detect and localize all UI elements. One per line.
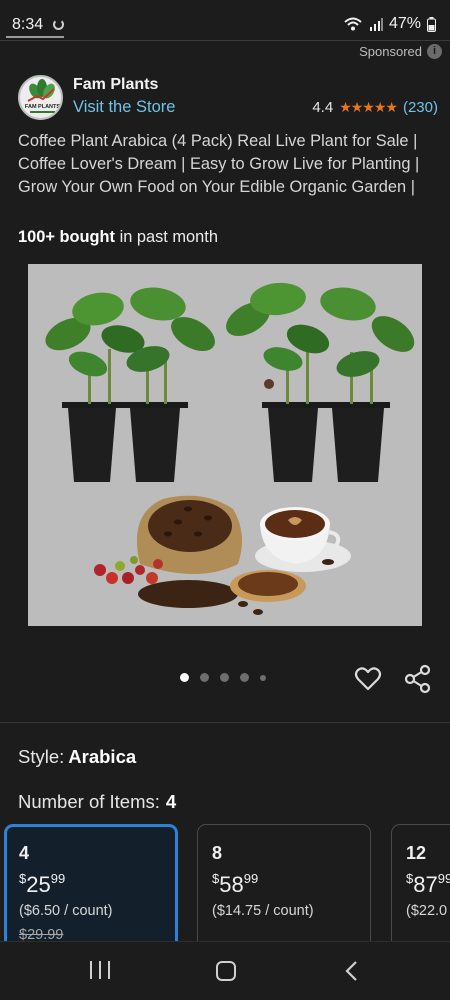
brand-logo-text: FAM PLANTS (25, 104, 60, 110)
product-photo (45, 282, 415, 615)
item-count-selector: Number of Items: 4 (18, 791, 176, 813)
carousel-dot[interactable] (260, 674, 266, 681)
carousel-dot[interactable] (220, 673, 229, 682)
brand-logo-graphic: FAM PLANTS (25, 79, 60, 113)
ground-coffee-dish (230, 570, 306, 615)
price-fraction: 99 (243, 871, 259, 886)
system-nav-bar (0, 941, 450, 1000)
visit-store-link[interactable]: Visit the Store (73, 98, 175, 117)
coffee-bean-sack (136, 495, 242, 608)
carousel-dot[interactable] (240, 673, 249, 682)
coffee-cup (255, 507, 351, 572)
section-divider (0, 722, 450, 723)
brand-logo[interactable]: FAM PLANTS (18, 75, 63, 120)
style-selector: Style: Arabica (18, 746, 136, 768)
back-icon[interactable] (343, 960, 361, 982)
brand-name: Fam Plants (73, 76, 159, 93)
price-whole: 25 (26, 872, 51, 897)
item-count-label: Number of Items: (18, 791, 160, 812)
price-whole: 58 (219, 872, 244, 897)
battery-icon (427, 16, 436, 32)
carousel-dot-active[interactable] (180, 673, 189, 682)
item-count-value: 4 (165, 791, 177, 812)
coffee-plant-pots-left (45, 287, 215, 482)
status-right: 47% (343, 15, 436, 33)
option-unit-price: ($22.0 (406, 903, 448, 919)
option-unit-price: ($14.75 / count) (212, 903, 314, 919)
price-fraction: 99 (437, 871, 450, 886)
coffee-plant-pots-right (226, 282, 415, 482)
home-icon[interactable] (216, 961, 236, 981)
rating-summary[interactable]: 4.4 ★★★★★ (230) (312, 99, 438, 116)
brand-row: FAM PLANTS Fam Plants Visit the Store 4.… (18, 75, 438, 121)
sponsored-label[interactable]: Sponsored i (359, 44, 442, 59)
product-title: Coffee Plant Arabica (4 Pack) Real Live … (18, 132, 420, 196)
heart-icon[interactable] (354, 665, 382, 693)
wifi-icon (344, 17, 362, 31)
option-qty: 8 (212, 843, 223, 863)
signal-icon (369, 18, 383, 31)
sponsored-text: Sponsored (359, 44, 422, 59)
share-icon[interactable] (404, 664, 432, 694)
header-divider (0, 40, 450, 41)
sync-icon (53, 19, 64, 30)
bought-count: 100+ bought in past month (18, 228, 218, 247)
product-image[interactable] (28, 264, 422, 626)
style-value: Arabica (68, 746, 137, 767)
option-qty: 12 (406, 843, 427, 863)
option-price: $5899 (212, 871, 258, 898)
option-price: $2599 (19, 871, 65, 898)
option-card-8[interactable]: 8 $5899 ($14.75 / count) (197, 824, 371, 954)
star-rating-icon: ★★★★★ (339, 99, 398, 115)
carousel-dot[interactable] (200, 673, 209, 682)
option-unit-price: ($6.50 / count) (19, 903, 113, 919)
battery-percent: 47% (388, 15, 421, 32)
rating-count[interactable]: (230) (403, 99, 438, 116)
status-underline (6, 36, 64, 38)
style-label: Style: (18, 746, 65, 767)
option-card-4[interactable]: 4 $2599 ($6.50 / count) $29.99 (4, 824, 178, 954)
status-bar: 8:34 47% (0, 0, 450, 40)
bought-rest: in past month (119, 228, 218, 246)
option-qty: 4 (19, 843, 30, 863)
info-icon[interactable]: i (427, 44, 442, 59)
recents-icon[interactable] (90, 961, 110, 981)
bought-bold: 100+ bought (18, 228, 115, 246)
price-whole: 87 (413, 872, 438, 897)
image-carousel-dots (180, 673, 266, 682)
option-card-12[interactable]: 12 $8799 ($22.0 (391, 824, 450, 954)
option-price: $8799 (406, 871, 450, 898)
price-fraction: 99 (50, 871, 66, 886)
rating-value: 4.4 (312, 99, 334, 116)
status-time: 8:34 (12, 16, 44, 33)
